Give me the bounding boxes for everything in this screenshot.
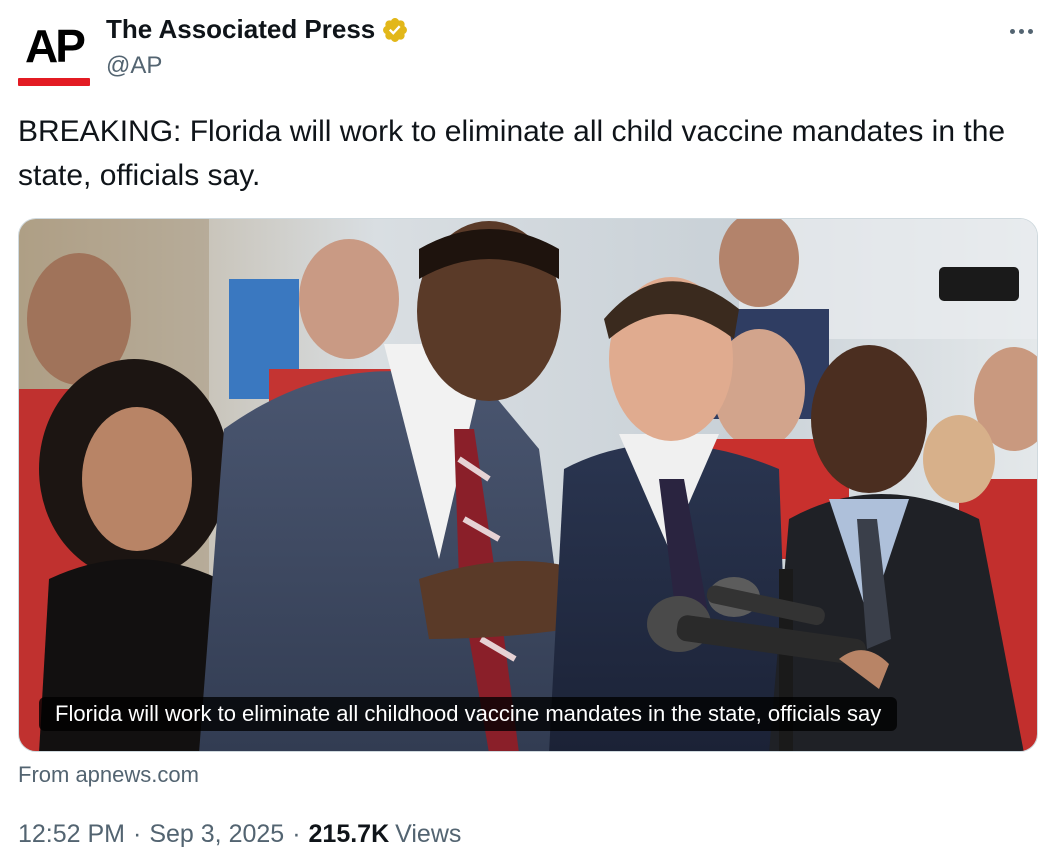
more-options-icon[interactable] (1006, 18, 1036, 44)
tweet-meta: 12:52 PM · Sep 3, 2025 · 215.7K Views (18, 820, 461, 849)
tweet-date[interactable]: Sep 3, 2025 (149, 820, 284, 849)
avatar-logo-text: AP (25, 20, 86, 72)
author-display-name[interactable]: The Associated Press (106, 14, 375, 45)
press-conference-photo (19, 219, 1037, 751)
media-caption: Florida will work to eliminate all child… (39, 697, 898, 731)
avatar[interactable]: AP (18, 16, 90, 88)
verified-badge-icon[interactable] (381, 16, 409, 44)
author-handle[interactable]: @AP (106, 52, 162, 80)
tweet: AP The Associated Press @AP BREAKING: Fl… (0, 0, 1054, 862)
author-name-row: The Associated Press (106, 14, 409, 45)
link-card-image[interactable]: Florida will work to eliminate all child… (18, 218, 1038, 752)
meta-separator: · (133, 820, 142, 848)
tweet-text: BREAKING: Florida will work to eliminate… (18, 115, 1006, 192)
avatar-logo-bar (18, 78, 90, 86)
views-count[interactable]: 215.7K (309, 820, 390, 849)
tweet-time[interactable]: 12:52 PM (18, 820, 125, 849)
meta-separator: · (292, 820, 301, 848)
views-label: Views (395, 820, 462, 848)
link-source[interactable]: From apnews.com (18, 762, 199, 788)
